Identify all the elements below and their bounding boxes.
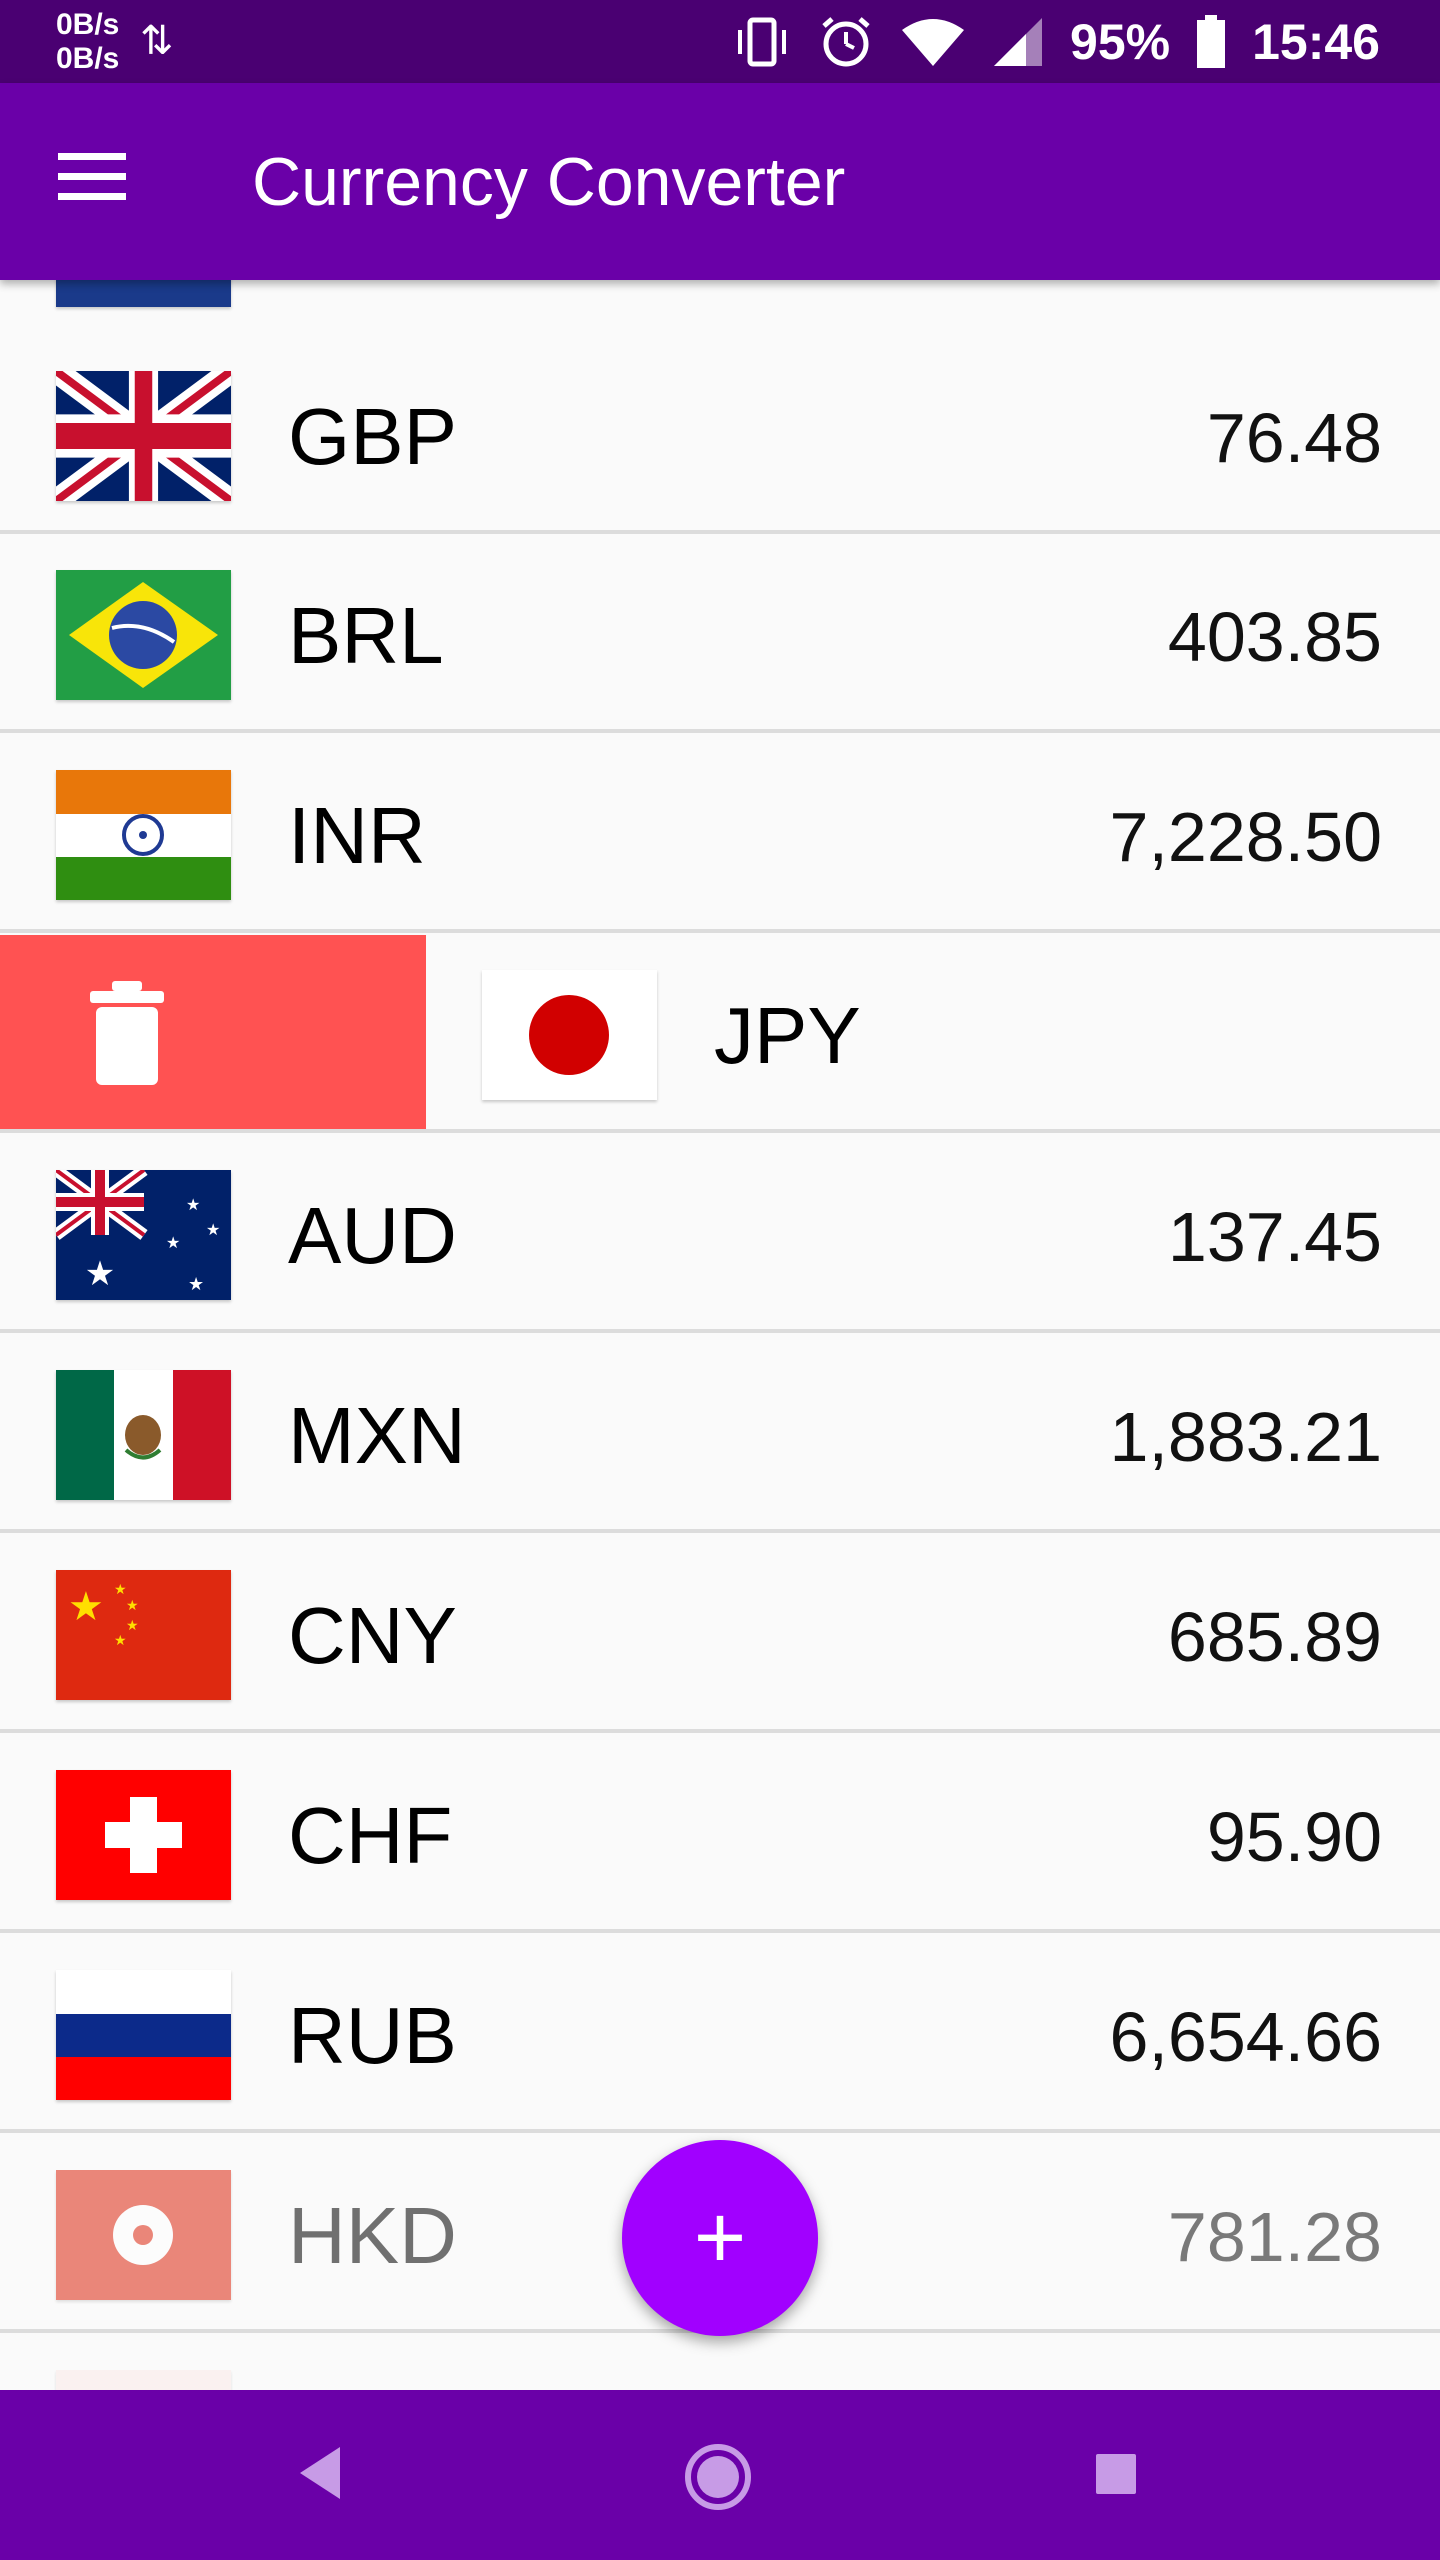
svg-text:★: ★ bbox=[114, 1632, 127, 1648]
currency-value: 685.89 bbox=[1167, 1598, 1382, 1676]
currency-row-chf[interactable]: CHF 95.90 bbox=[0, 1735, 1440, 1933]
currency-code: INR bbox=[288, 791, 426, 880]
recents-icon[interactable] bbox=[1094, 2452, 1138, 2496]
delete-swipe-area[interactable] bbox=[0, 935, 426, 1129]
currency-row-mxn[interactable]: MXN 1,883.21 bbox=[0, 1335, 1440, 1533]
navigation-bar bbox=[0, 2390, 1440, 2560]
currency-value: 1,883.21 bbox=[1109, 1398, 1382, 1476]
currency-code: HKD bbox=[288, 2191, 457, 2280]
svg-text:★: ★ bbox=[166, 1235, 180, 1252]
list-item-partial[interactable] bbox=[0, 2335, 1440, 2390]
trash-icon[interactable] bbox=[90, 981, 164, 1085]
network-speed: 0B/s 0B/s bbox=[56, 8, 119, 76]
alarm-icon bbox=[822, 17, 870, 67]
currency-code: GBP bbox=[288, 392, 457, 481]
flag-uk bbox=[56, 371, 231, 501]
vibrate-icon bbox=[738, 17, 787, 67]
menu-icon-line bbox=[58, 173, 126, 180]
menu-icon-line bbox=[58, 193, 126, 200]
svg-text:★: ★ bbox=[85, 1255, 115, 1293]
back-icon[interactable] bbox=[298, 2445, 342, 2501]
svg-text:★: ★ bbox=[68, 1585, 104, 1629]
currency-code: MXN bbox=[288, 1391, 466, 1480]
flag-india bbox=[56, 770, 231, 900]
flag-hong-kong bbox=[56, 2170, 231, 2300]
swiped-row-content[interactable]: JPY bbox=[426, 935, 1440, 1129]
currency-row-inr[interactable]: INR 7,228.50 bbox=[0, 735, 1440, 933]
home-icon[interactable] bbox=[683, 2442, 753, 2512]
battery-icon bbox=[1197, 15, 1226, 68]
currency-code: RUB bbox=[288, 1991, 457, 2080]
clock: 15:46 bbox=[1252, 14, 1380, 70]
flag-partial bbox=[56, 2370, 231, 2390]
flag-china: ★ ★ ★ ★ ★ bbox=[56, 1570, 231, 1700]
flag-australia: ★ ★ ★ ★ ★ bbox=[56, 1170, 231, 1300]
svg-text:★: ★ bbox=[186, 1197, 200, 1214]
currency-row-gbp[interactable]: GBP 76.48 bbox=[0, 336, 1440, 534]
currency-list[interactable]: GBP 76.48 BRL 403.85 INR 7,228.50 JPY ★ … bbox=[0, 280, 1440, 2390]
currency-row-rub[interactable]: RUB 6,654.66 bbox=[0, 1935, 1440, 2133]
currency-value: 137.45 bbox=[1167, 1198, 1382, 1276]
flag-brazil bbox=[56, 570, 231, 700]
svg-text:★: ★ bbox=[114, 1581, 127, 1597]
currency-value: 781.28 bbox=[1167, 2198, 1382, 2276]
currency-row-aud[interactable]: ★ ★ ★ ★ ★ AUD 137.45 bbox=[0, 1135, 1440, 1333]
list-item-partial[interactable] bbox=[0, 280, 1440, 340]
currency-value: 403.85 bbox=[1167, 598, 1382, 676]
flag-partial bbox=[56, 280, 231, 307]
flag-japan bbox=[482, 970, 657, 1100]
flag-russia bbox=[56, 1970, 231, 2100]
svg-text:★: ★ bbox=[206, 1222, 220, 1239]
menu-button[interactable] bbox=[58, 153, 138, 213]
svg-text:★: ★ bbox=[126, 1617, 139, 1633]
currency-value: 7,228.50 bbox=[1109, 798, 1382, 876]
currency-code: JPY bbox=[714, 991, 861, 1080]
svg-text:★: ★ bbox=[188, 1274, 204, 1294]
app-bar: Currency Converter bbox=[0, 83, 1440, 280]
currency-value: 95.90 bbox=[1206, 1798, 1382, 1876]
currency-value: 6,654.66 bbox=[1109, 1998, 1382, 2076]
currency-row-cny[interactable]: ★ ★ ★ ★ ★ CNY 685.89 bbox=[0, 1535, 1440, 1733]
cell-signal-icon bbox=[994, 18, 1043, 66]
wifi-icon bbox=[902, 19, 965, 66]
menu-icon bbox=[58, 153, 126, 160]
net-down-speed: 0B/s bbox=[56, 42, 120, 75]
flag-mexico bbox=[56, 1370, 231, 1500]
currency-code: CNY bbox=[288, 1591, 457, 1680]
currency-code: CHF bbox=[288, 1791, 453, 1880]
currency-code: BRL bbox=[288, 591, 444, 680]
currency-row-brl[interactable]: BRL 403.85 bbox=[0, 535, 1440, 733]
currency-value: 76.48 bbox=[1206, 399, 1382, 477]
net-up-speed: 0B/s bbox=[56, 8, 120, 41]
add-currency-button[interactable]: + bbox=[622, 2140, 818, 2336]
currency-row-jpy[interactable]: JPY bbox=[0, 935, 1440, 1133]
battery-percent: 95% bbox=[1070, 14, 1171, 70]
status-bar: 0B/s 0B/s ⇅ 95% 15:46 bbox=[0, 0, 1440, 83]
svg-text:★: ★ bbox=[126, 1597, 139, 1613]
currency-code: AUD bbox=[288, 1191, 457, 1280]
flag-switzerland bbox=[56, 1770, 231, 1900]
page-title: Currency Converter bbox=[252, 144, 846, 220]
data-transfer-icon: ⇅ bbox=[140, 19, 174, 63]
